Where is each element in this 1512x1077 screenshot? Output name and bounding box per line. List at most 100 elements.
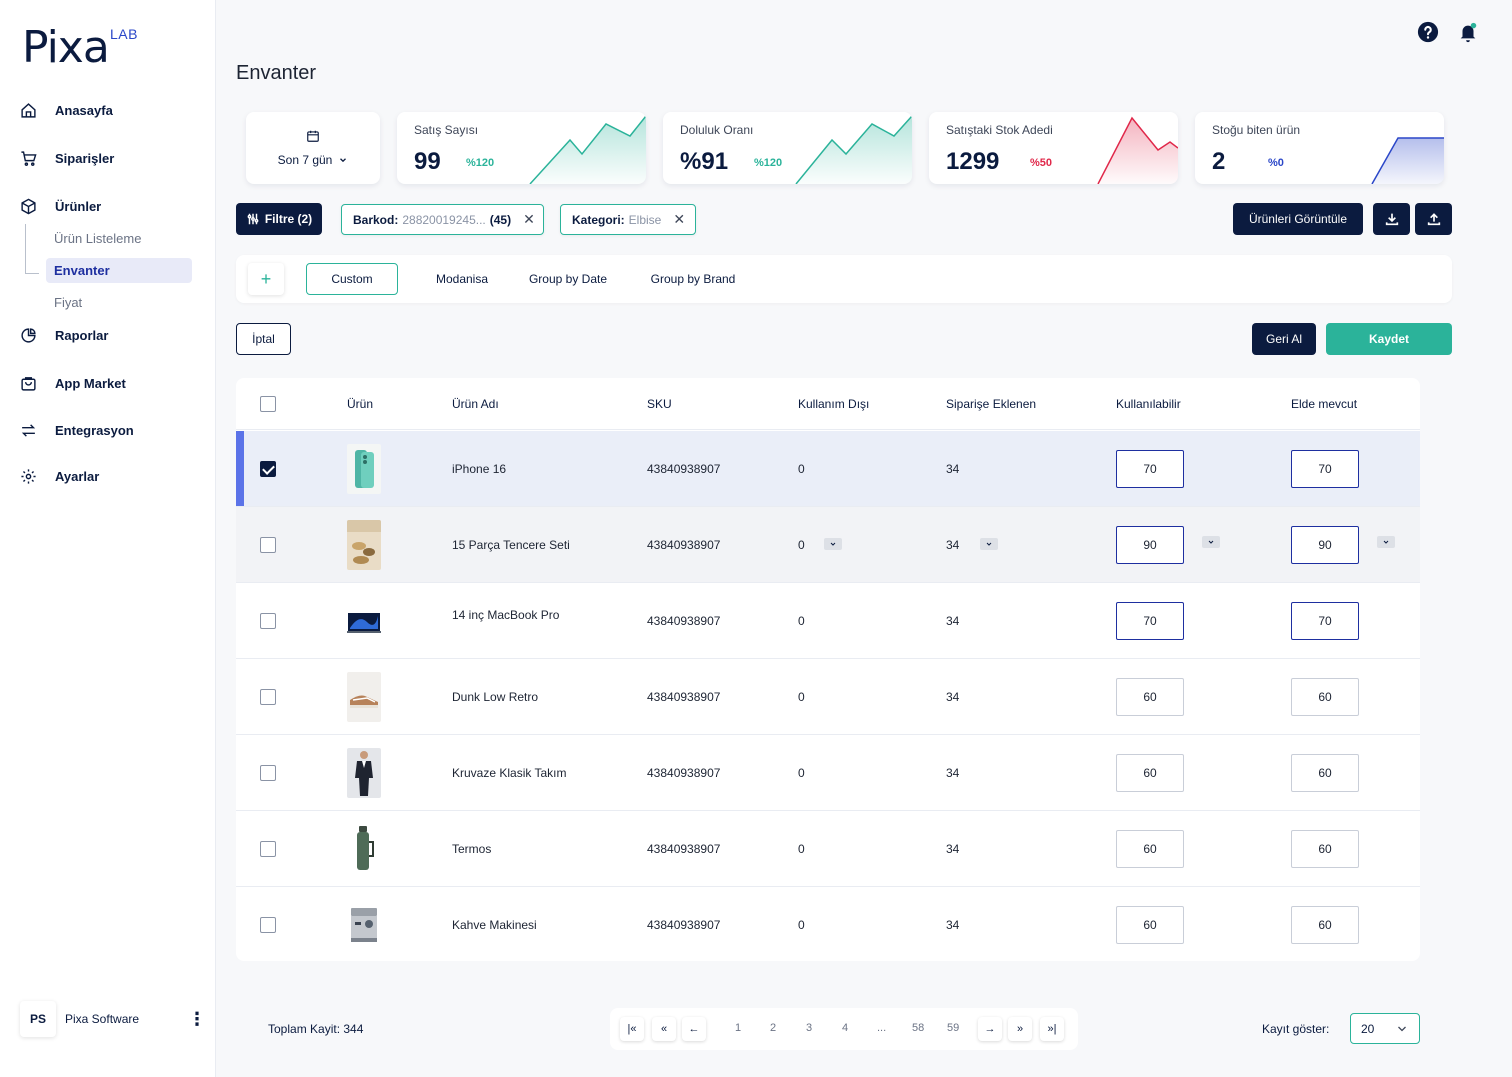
available-input[interactable]: 70 — [1116, 450, 1184, 488]
cancel-button[interactable]: İptal — [236, 323, 291, 355]
on-hand-input[interactable]: 70 — [1291, 602, 1359, 640]
sidebar-subitem-inventory[interactable]: Envanter — [46, 258, 192, 283]
page-ellipsis: ... — [877, 1022, 887, 1034]
view-tabs: + Custom Modanisa Group by Date Group by… — [236, 255, 1452, 303]
avatar: PS — [20, 1001, 56, 1037]
on-hand-input[interactable]: 60 — [1291, 754, 1359, 792]
upload-icon — [1427, 213, 1440, 226]
row-checkbox[interactable] — [260, 613, 276, 629]
sidebar-item-orders[interactable]: Siparişler — [20, 146, 114, 170]
sidebar-subitem-price[interactable]: Fiyat — [46, 290, 192, 315]
add-tab-button[interactable]: + — [248, 263, 284, 295]
available-input[interactable]: 70 — [1116, 602, 1184, 640]
product-name: Termos — [452, 842, 492, 856]
on-hand-input[interactable]: 90 — [1291, 526, 1359, 564]
chevron-down-icon[interactable] — [824, 538, 842, 550]
last-page-icon[interactable]: »| — [1040, 1017, 1064, 1041]
table-row[interactable]: Kahve Makinesi 43840938907 0 34 60 60 — [236, 887, 1420, 961]
page-number[interactable]: 4 — [842, 1022, 848, 1034]
on-hand-input[interactable]: 60 — [1291, 830, 1359, 868]
tab-custom[interactable]: Custom — [306, 263, 398, 295]
subtree-line — [25, 224, 26, 274]
logo[interactable]: Pixa LAB — [22, 26, 137, 70]
available-input[interactable]: 60 — [1116, 678, 1184, 716]
next-page-icon[interactable]: → — [978, 1017, 1002, 1041]
chevron-down-icon[interactable] — [980, 538, 998, 550]
column-header-disabled[interactable]: Kullanım Dışı — [798, 397, 869, 411]
table-row[interactable]: iPhone 16 43840938907 0 34 70 70 — [236, 431, 1420, 507]
tab-group-by-date[interactable]: Group by Date — [518, 263, 618, 295]
row-checkbox[interactable] — [260, 917, 276, 933]
column-header-on-hand[interactable]: Elde mevcut — [1291, 397, 1357, 411]
column-header-product[interactable]: Ürün — [347, 397, 373, 411]
column-header-sku[interactable]: SKU — [647, 397, 672, 411]
table-row[interactable]: 15 Parça Tencere Seti 43840938907 0 34 9… — [236, 507, 1420, 583]
download-button[interactable] — [1373, 203, 1410, 235]
bell-icon[interactable] — [1457, 21, 1479, 43]
on-hand-input[interactable]: 60 — [1291, 906, 1359, 944]
save-button[interactable]: Kaydet — [1326, 323, 1452, 355]
tab-modanisa[interactable]: Modanisa — [424, 263, 500, 295]
page-number[interactable]: 58 — [912, 1022, 924, 1034]
column-header-available[interactable]: Kullanılabilir — [1116, 397, 1181, 411]
total-records: Toplam Kayit: 344 — [268, 1022, 364, 1036]
available-input[interactable]: 60 — [1116, 754, 1184, 792]
row-checkbox[interactable] — [260, 461, 276, 477]
stat-delta: %0 — [1268, 157, 1284, 169]
sidebar-item-settings[interactable]: Ayarlar — [20, 464, 99, 488]
row-checkbox[interactable] — [260, 841, 276, 857]
sidebar-item-reports[interactable]: Raporlar — [20, 323, 108, 347]
stat-label: Doluluk Oranı — [680, 123, 754, 137]
skip-forward-icon[interactable]: » — [1008, 1017, 1032, 1041]
first-page-icon[interactable]: |« — [620, 1017, 644, 1041]
sidebar-item-integration[interactable]: Entegrasyon — [20, 418, 134, 442]
prev-page-icon[interactable]: ← — [682, 1017, 706, 1041]
upload-button[interactable] — [1415, 203, 1452, 235]
sidebar-item-app-market[interactable]: App Market — [20, 371, 126, 395]
page-number[interactable]: 59 — [947, 1022, 959, 1034]
product-name: 14 inç MacBook Pro — [452, 608, 560, 622]
sidebar-subitem-product-list[interactable]: Ürün Listeleme — [46, 226, 192, 251]
on-hand-input[interactable]: 60 — [1291, 678, 1359, 716]
logo-sup: LAB — [110, 26, 138, 42]
skip-back-icon[interactable]: « — [652, 1017, 676, 1041]
chevron-down-icon[interactable] — [1377, 536, 1395, 548]
bag-icon — [21, 376, 36, 391]
filter-chip-category[interactable]: Kategori: Elbise ✕ — [560, 204, 696, 235]
filter-chip-barcode[interactable]: Barkod: 28820019245... (45) ✕ — [341, 204, 544, 235]
table-row[interactable]: Kruvaze Klasik Takım 43840938907 0 34 60… — [236, 735, 1420, 811]
ordered-count: 34 — [946, 842, 960, 856]
select-all-checkbox[interactable] — [260, 396, 276, 412]
available-input[interactable]: 90 — [1116, 526, 1184, 564]
available-input[interactable]: 60 — [1116, 830, 1184, 868]
table-row[interactable]: Dunk Low Retro 43840938907 0 34 60 60 — [236, 659, 1420, 735]
product-thumbnail — [347, 520, 381, 570]
help-icon[interactable] — [1417, 21, 1439, 43]
page-number[interactable]: 2 — [770, 1022, 776, 1034]
column-header-ordered[interactable]: Siparişe Eklenen — [946, 397, 1036, 411]
sidebar-item-home[interactable]: Anasayfa — [20, 98, 113, 122]
column-header-product-name[interactable]: Ürün Adı — [452, 397, 499, 411]
user-menu[interactable]: PS Pixa Software ⋮ — [20, 1000, 206, 1038]
available-input[interactable]: 60 — [1116, 906, 1184, 944]
row-checkbox[interactable] — [260, 537, 276, 553]
row-checkbox[interactable] — [260, 689, 276, 705]
ordered-count: 34 — [946, 918, 960, 932]
chevron-down-icon[interactable] — [1202, 536, 1220, 548]
page-number[interactable]: 3 — [806, 1022, 812, 1034]
close-icon[interactable]: ✕ — [523, 211, 535, 228]
row-checkbox[interactable] — [260, 765, 276, 781]
undo-button[interactable]: Geri Al — [1252, 323, 1316, 355]
page-number[interactable]: 1 — [735, 1022, 741, 1034]
on-hand-input[interactable]: 70 — [1291, 450, 1359, 488]
table-row[interactable]: 14 inç MacBook Pro 43840938907 0 34 70 7… — [236, 583, 1420, 659]
view-products-button[interactable]: Ürünleri Görüntüle — [1233, 203, 1363, 235]
date-range-picker[interactable]: Son 7 gün — [246, 112, 380, 184]
sidebar-item-products[interactable]: Ürünler — [20, 194, 101, 218]
filter-button[interactable]: Filtre (2) — [236, 203, 322, 235]
close-icon[interactable]: ✕ — [673, 211, 685, 228]
more-vertical-icon[interactable]: ⋮ — [188, 1010, 206, 1028]
page-size-select[interactable]: 20 — [1350, 1013, 1420, 1044]
tab-group-by-brand[interactable]: Group by Brand — [640, 263, 746, 295]
table-row[interactable]: Termos 43840938907 0 34 60 60 — [236, 811, 1420, 887]
